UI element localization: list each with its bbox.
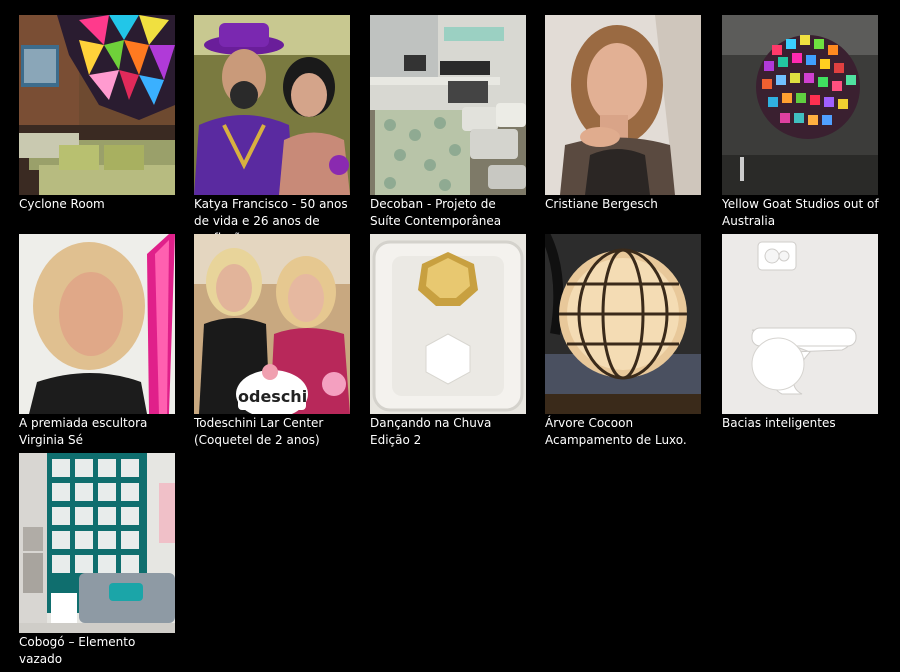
gallery-item-caption[interactable]: Yellow Goat Studios out of Australia [722,196,882,230]
white-tray-gold-object-photo[interactable] [370,234,526,414]
gallery-item-yellow-goat[interactable]: Yellow Goat Studios out of Australia [722,15,880,230]
gallery-item-caption[interactable]: Árvore Cocoon Acampamento de Luxo. [545,415,705,449]
gallery-item-virginia-se[interactable]: A premiada escultora Virginia Sé [19,234,177,449]
wall-toilet-photo[interactable] [722,234,878,414]
gallery-item-caption[interactable]: Cyclone Room [19,196,179,213]
portrait-woman-photo[interactable] [545,15,701,195]
bedroom-render-photo[interactable] [370,15,526,195]
gallery-item-caption[interactable]: Dançando na Chuva Edição 2 [370,415,530,449]
portrait-couple-photo[interactable] [194,15,350,195]
portrait-sculptor-photo[interactable] [19,234,175,414]
gallery-item-caption[interactable]: Cristiane Bergesch [545,196,705,213]
geometric-lounge-photo[interactable] [19,15,175,195]
gallery-item-bacias-inteligentes[interactable]: Bacias inteligentes [722,234,880,432]
gallery-item-arvore-cocoon[interactable]: Árvore Cocoon Acampamento de Luxo. [545,234,703,449]
gallery-item-caption[interactable]: A premiada escultora Virginia Sé [19,415,179,449]
colorful-installation-photo[interactable] [722,15,878,195]
teal-cobogo-wall-photo[interactable] [19,453,175,633]
event-women-cake-photo[interactable]: odeschi [194,234,350,414]
gallery-item-cobogo[interactable]: Cobogó – Elemento vazado [19,453,177,668]
cake-logo-text: odeschi [238,384,307,410]
gallery-item-caption[interactable]: Todeschini Lar Center (Coquetel de 2 ano… [194,415,354,449]
gallery-item-caption[interactable]: Cobogó – Elemento vazado [19,634,179,668]
gallery-item-katya-francisco[interactable]: Katya Francisco - 50 anos de vida e 26 a… [194,15,352,247]
glowing-sphere-photo[interactable] [545,234,701,414]
gallery-item-cyclone-room[interactable]: Cyclone Room [19,15,177,213]
gallery-item-decoban[interactable]: Decoban - Projeto de Suíte Contemporânea [370,15,528,230]
gallery-item-caption[interactable]: Bacias inteligentes [722,415,882,432]
gallery-item-cristiane-bergesch[interactable]: Cristiane Bergesch [545,15,703,213]
gallery-item-todeschini[interactable]: odeschi Todeschini Lar Center (Coquetel … [194,234,352,449]
gallery-item-dancando-na-chuva[interactable]: Dançando na Chuva Edição 2 [370,234,528,449]
gallery-item-caption[interactable]: Decoban - Projeto de Suíte Contemporânea [370,196,530,230]
